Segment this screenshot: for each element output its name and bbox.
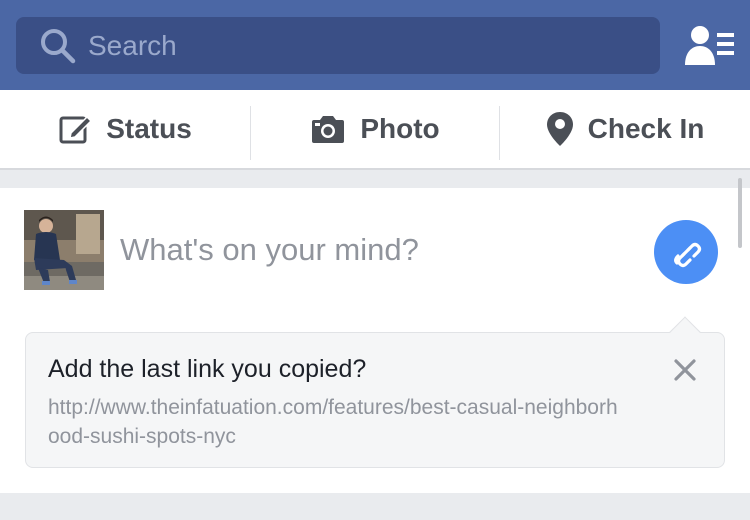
top-bar <box>0 0 750 90</box>
link-suggestion-title: Add the last link you copied? <box>48 355 367 383</box>
photo-label: Photo <box>360 113 440 144</box>
callout-notch <box>669 316 701 348</box>
section-separator <box>0 170 750 188</box>
photo-button[interactable]: Photo <box>251 90 499 168</box>
check-in-label: Check In <box>587 113 705 144</box>
friend-requests-icon[interactable] <box>684 24 736 66</box>
search-icon <box>41 29 76 64</box>
status-prompt[interactable]: What's on your mind? <box>120 232 419 268</box>
status-button[interactable]: Status <box>0 90 250 168</box>
section-separator <box>0 493 750 520</box>
profile-photo <box>24 210 104 290</box>
avatar[interactable] <box>24 210 104 290</box>
action-bar: Status Photo Check In <box>0 90 750 170</box>
link-button[interactable] <box>654 220 718 284</box>
camera-icon <box>312 116 345 143</box>
search-box[interactable] <box>16 17 660 74</box>
check-in-button[interactable]: Check In <box>500 90 750 168</box>
location-pin-icon <box>546 112 573 146</box>
edit-icon <box>59 115 93 144</box>
link-suggestion-card[interactable]: Add the last link you copied? http://www… <box>25 316 725 468</box>
status-composer: What's on your mind? Add the last link y… <box>0 188 750 493</box>
status-label: Status <box>106 113 192 144</box>
link-suggestion-url: http://www.theinfatuation.com/features/b… <box>48 396 618 448</box>
scrollbar[interactable] <box>738 178 742 248</box>
search-input[interactable] <box>88 25 648 66</box>
link-icon <box>674 242 702 268</box>
close-icon[interactable] <box>670 355 700 385</box>
